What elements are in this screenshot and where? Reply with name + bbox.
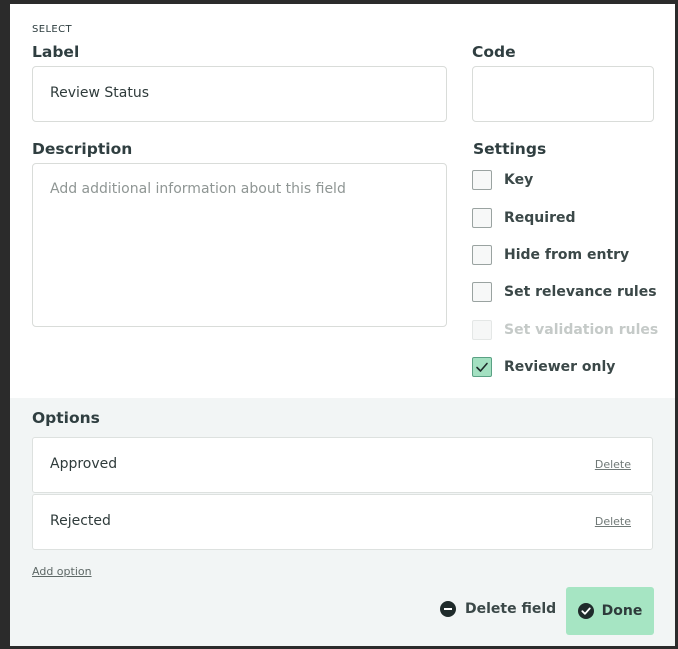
description-placeholder: Add additional information about this fi…	[50, 181, 346, 197]
field-editor-panel: SELECT Label Review Status Code Descript…	[10, 4, 675, 646]
label-input-value: Review Status	[50, 85, 150, 101]
validation-rules-checkbox	[472, 320, 492, 340]
setting-label: Set validation rules	[504, 322, 659, 338]
minus-circle-icon	[440, 601, 456, 617]
key-checkbox[interactable]	[472, 170, 492, 190]
options-heading: Options	[32, 409, 100, 427]
delete-option-link[interactable]: Delete	[595, 515, 631, 528]
checkmark-icon	[476, 362, 488, 372]
description-heading: Description	[32, 140, 133, 158]
setting-label: Reviewer only	[504, 359, 616, 375]
label-input[interactable]: Review Status	[32, 66, 447, 122]
relevance-rules-checkbox[interactable]	[472, 282, 492, 302]
setting-label: Required	[504, 210, 576, 226]
required-checkbox[interactable]	[472, 208, 492, 228]
setting-label: Set relevance rules	[504, 284, 657, 300]
add-option-link[interactable]: Add option	[32, 565, 92, 578]
code-input[interactable]	[472, 66, 654, 122]
option-row-approved: Approved Delete	[32, 437, 653, 493]
setting-key[interactable]: Key	[472, 169, 533, 191]
label-heading: Label	[32, 43, 80, 61]
delete-field-label: Delete field	[465, 601, 557, 617]
setting-required[interactable]: Required	[472, 207, 575, 229]
reviewer-only-checkbox[interactable]	[472, 357, 492, 377]
done-label: Done	[601, 603, 643, 619]
setting-hide-from-entry[interactable]: Hide from entry	[472, 244, 629, 266]
done-button[interactable]: Done	[566, 587, 654, 635]
delete-field-button[interactable]: Delete field	[440, 599, 556, 619]
setting-label: Key	[504, 172, 534, 188]
check-circle-icon	[577, 603, 594, 619]
settings-heading: Settings	[473, 140, 547, 158]
setting-relevance-rules[interactable]: Set relevance rules	[472, 281, 657, 303]
hide-from-entry-checkbox[interactable]	[472, 245, 492, 265]
delete-option-link[interactable]: Delete	[595, 458, 631, 471]
setting-validation-rules: Set validation rules	[472, 319, 658, 341]
setting-label: Hide from entry	[504, 247, 630, 263]
code-heading: Code	[472, 43, 516, 61]
setting-reviewer-only[interactable]: Reviewer only	[472, 356, 615, 378]
option-label: Approved	[50, 456, 118, 472]
options-section: Options Approved Delete Rejected Delete …	[10, 398, 675, 646]
option-label: Rejected	[50, 513, 111, 529]
description-textarea[interactable]: Add additional information about this fi…	[32, 163, 447, 327]
option-row-rejected: Rejected Delete	[32, 494, 653, 550]
field-type-label: SELECT	[32, 24, 73, 35]
